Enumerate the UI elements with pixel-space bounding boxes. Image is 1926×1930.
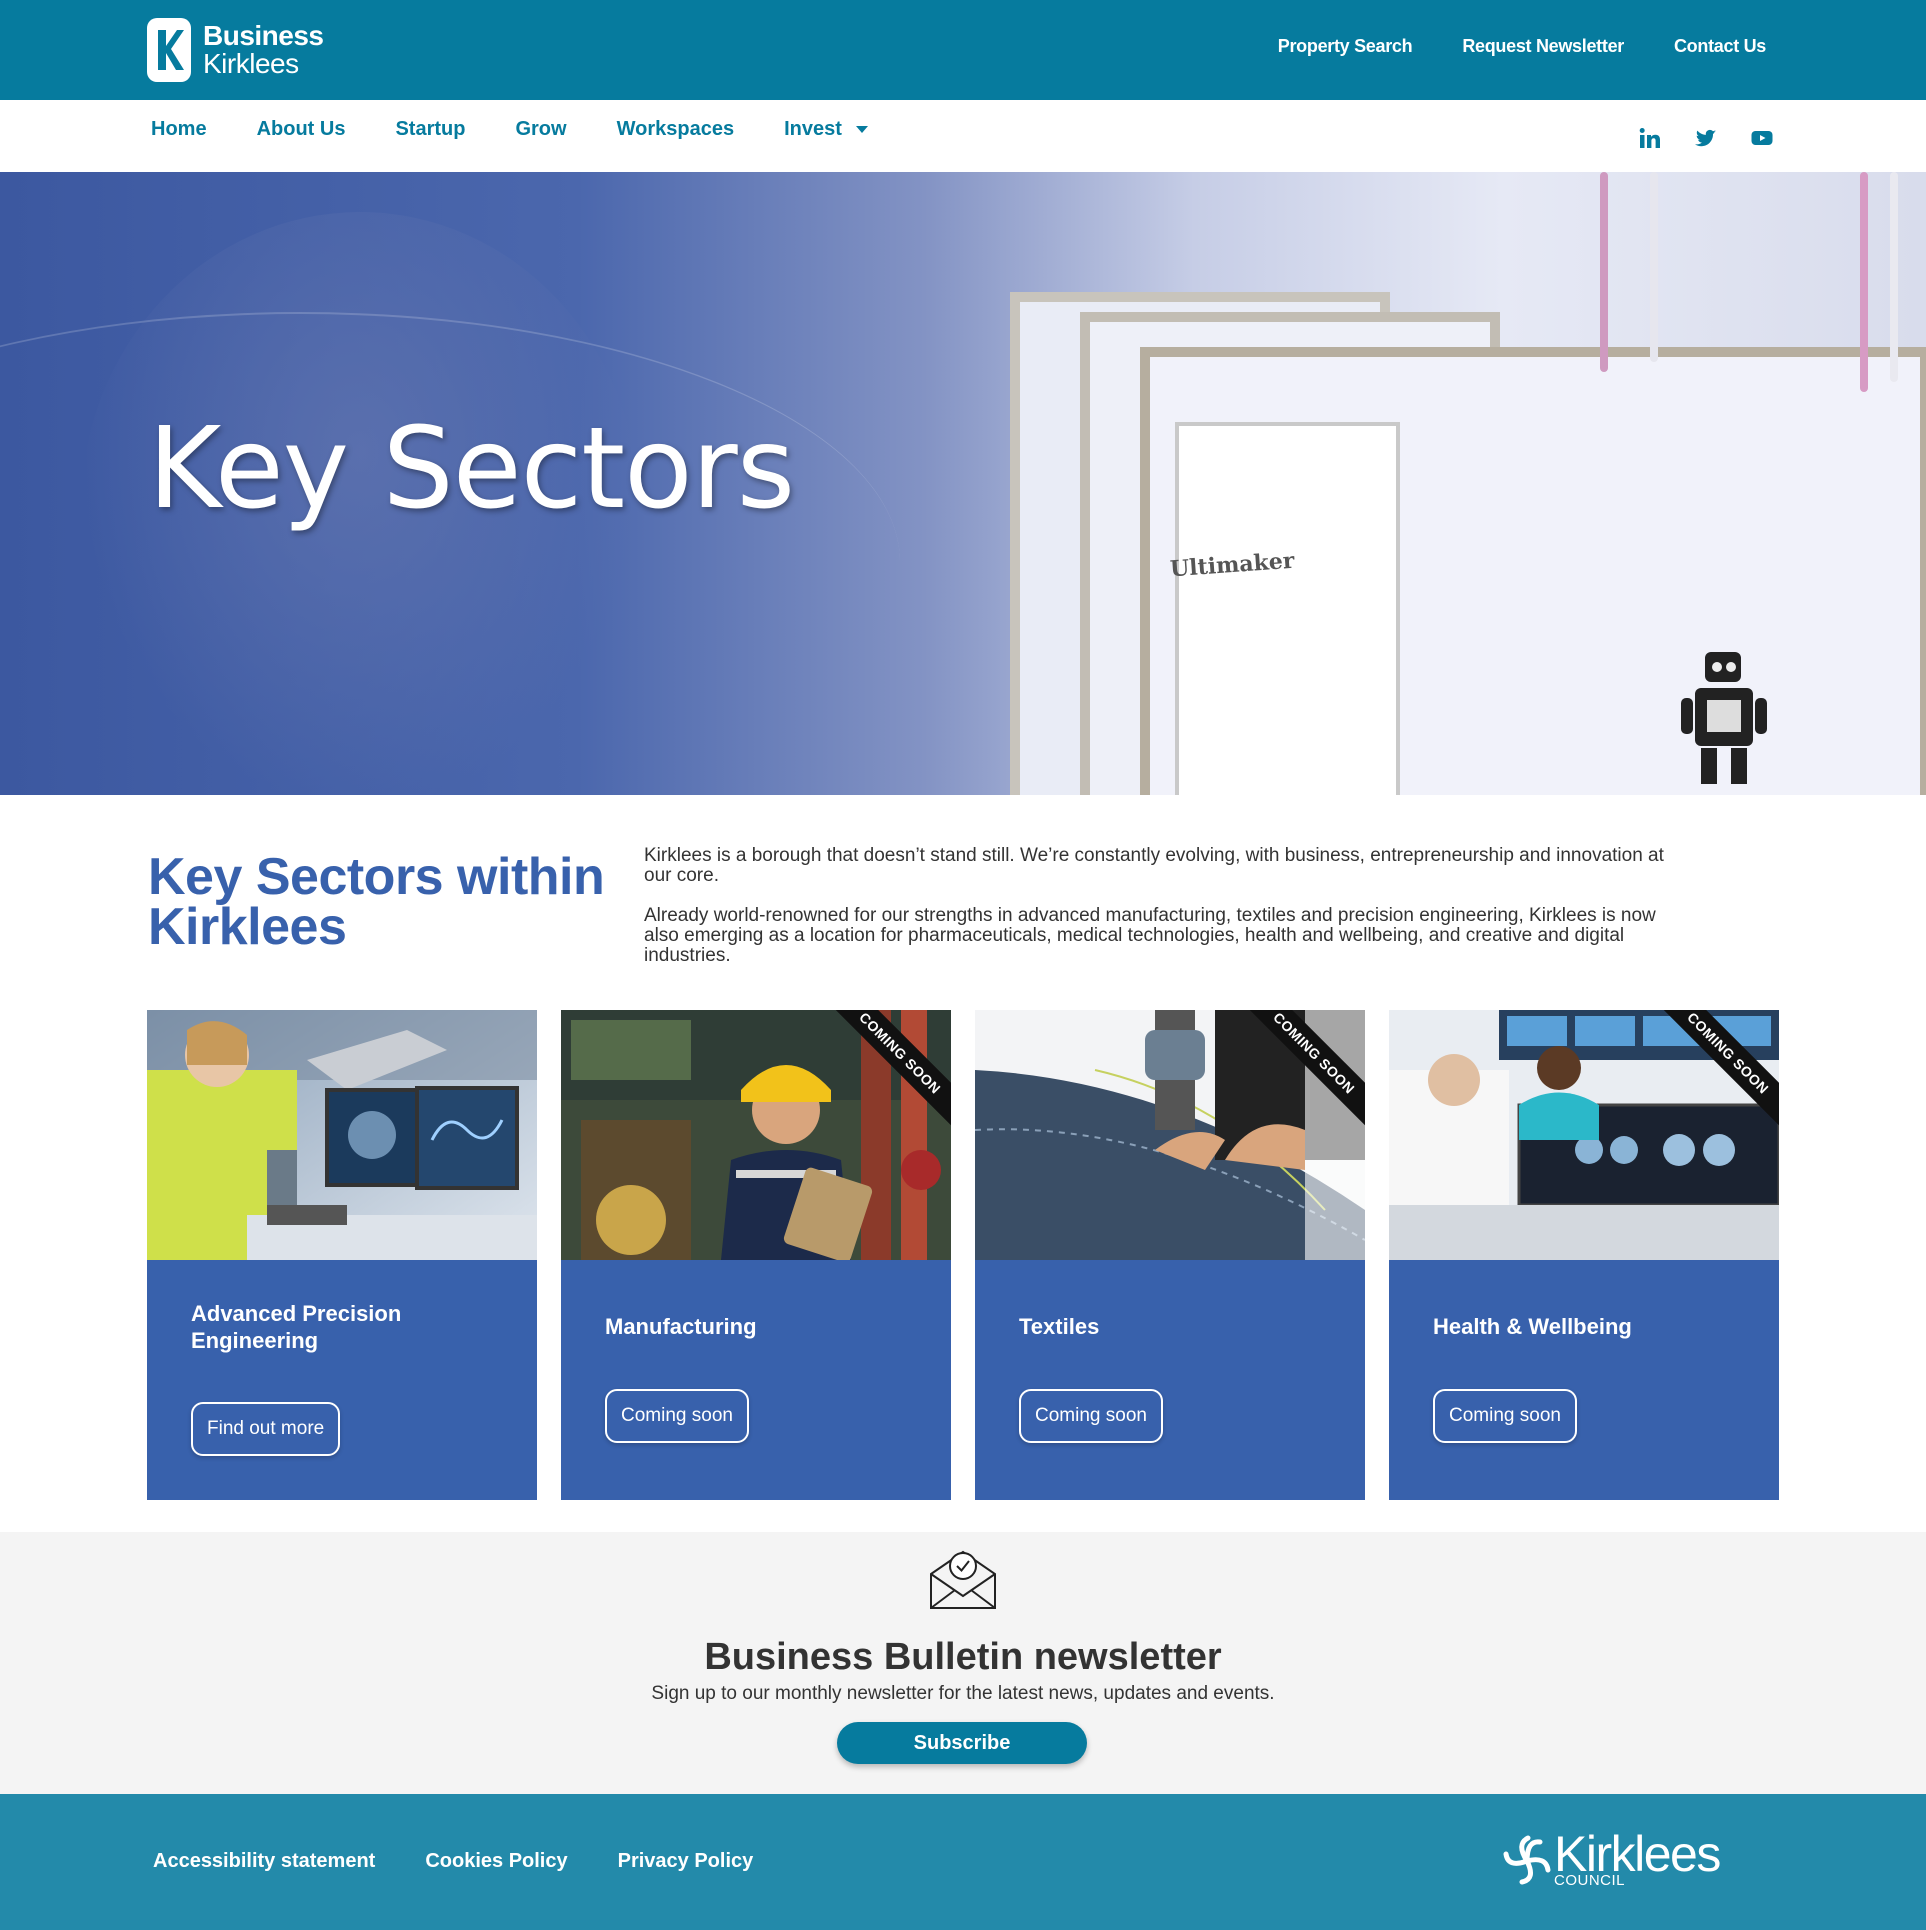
intro-title: Key Sectors within Kirklees — [148, 848, 605, 956]
top-bar: Business Kirklees Property Search Reques… — [0, 0, 1926, 100]
business-kirklees-logo[interactable]: Business Kirklees — [147, 18, 324, 82]
sector-card-health-wellbeing: COMING SOON Health & Wellbeing Coming so… — [1389, 1010, 1779, 1500]
council-name: Kirklees — [1554, 1826, 1721, 1882]
sector-cards: Advanced Precision Engineering Find out … — [147, 1010, 1779, 1500]
hero-banner: Ultimaker Key Sectors — [0, 172, 1926, 795]
logo-line-1: Business — [203, 20, 324, 51]
youtube-icon[interactable] — [1750, 126, 1774, 150]
sector-card-advanced-precision-engineering: Advanced Precision Engineering Find out … — [147, 1010, 537, 1500]
newsletter-title: Business Bulletin newsletter — [704, 1636, 1222, 1678]
nav-invest-dropdown[interactable]: Invest — [784, 118, 868, 141]
kirklees-swirl-icon — [1503, 1835, 1551, 1884]
linkedin-icon[interactable] — [1638, 126, 1662, 150]
nav-about-us[interactable]: About Us — [257, 118, 346, 141]
coming-soon-button[interactable]: Coming soon — [1019, 1389, 1163, 1443]
privacy-policy-link[interactable]: Privacy Policy — [618, 1850, 754, 1873]
accessibility-statement-link[interactable]: Accessibility statement — [153, 1850, 375, 1873]
nav-home[interactable]: Home — [151, 118, 207, 141]
sector-card-textiles: COMING SOON Textiles Coming soon — [975, 1010, 1365, 1500]
newsletter-text: Sign up to our monthly newsletter for th… — [651, 1683, 1275, 1704]
sector-card-manufacturing: COMING SOON Manufacturing Coming soon — [561, 1010, 951, 1500]
intro-text: Kirklees is a borough that doesn’t stand… — [644, 846, 1664, 966]
twitter-icon[interactable] — [1694, 126, 1718, 150]
coming-soon-button[interactable]: Coming soon — [605, 1389, 749, 1443]
property-search-link[interactable]: Property Search — [1278, 36, 1413, 57]
find-out-more-button[interactable]: Find out more — [191, 1402, 341, 1456]
hero-title: Key Sectors — [148, 404, 795, 534]
k-logo-icon — [147, 18, 191, 82]
cookies-policy-link[interactable]: Cookies Policy — [425, 1850, 567, 1873]
sector-card-title: Textiles — [1019, 1314, 1100, 1339]
contact-us-link[interactable]: Contact Us — [1674, 36, 1766, 57]
intro-paragraph-1: Kirklees is a borough that doesn’t stand… — [644, 845, 1664, 886]
sector-card-title: Health & Wellbeing — [1433, 1314, 1632, 1339]
subscribe-button[interactable]: Subscribe — [837, 1722, 1087, 1764]
request-newsletter-link[interactable]: Request Newsletter — [1462, 36, 1624, 57]
robot-icon — [1681, 652, 1767, 784]
chevron-down-icon — [855, 126, 868, 133]
nav-startup[interactable]: Startup — [395, 118, 465, 141]
envelope-check-icon — [930, 1550, 996, 1609]
nav-workspaces[interactable]: Workspaces — [617, 118, 734, 141]
nav-grow[interactable]: Grow — [515, 118, 566, 141]
logo-line-2: Kirklees — [203, 48, 299, 79]
sector-card-title: Manufacturing — [605, 1314, 757, 1339]
sector-image-engineering — [147, 1010, 537, 1260]
intro-paragraph-2: Already world-renowned for our strengths… — [644, 905, 1656, 966]
nav-invest[interactable]: Invest — [784, 118, 842, 141]
main-nav: Home About Us Startup Grow Workspaces In… — [0, 100, 1926, 172]
kirklees-council-logo[interactable]: Kirklees COUNCIL — [1500, 1826, 1721, 1889]
sector-card-title: Advanced Precision Engineering — [191, 1301, 402, 1353]
coming-soon-button[interactable]: Coming soon — [1433, 1389, 1577, 1443]
